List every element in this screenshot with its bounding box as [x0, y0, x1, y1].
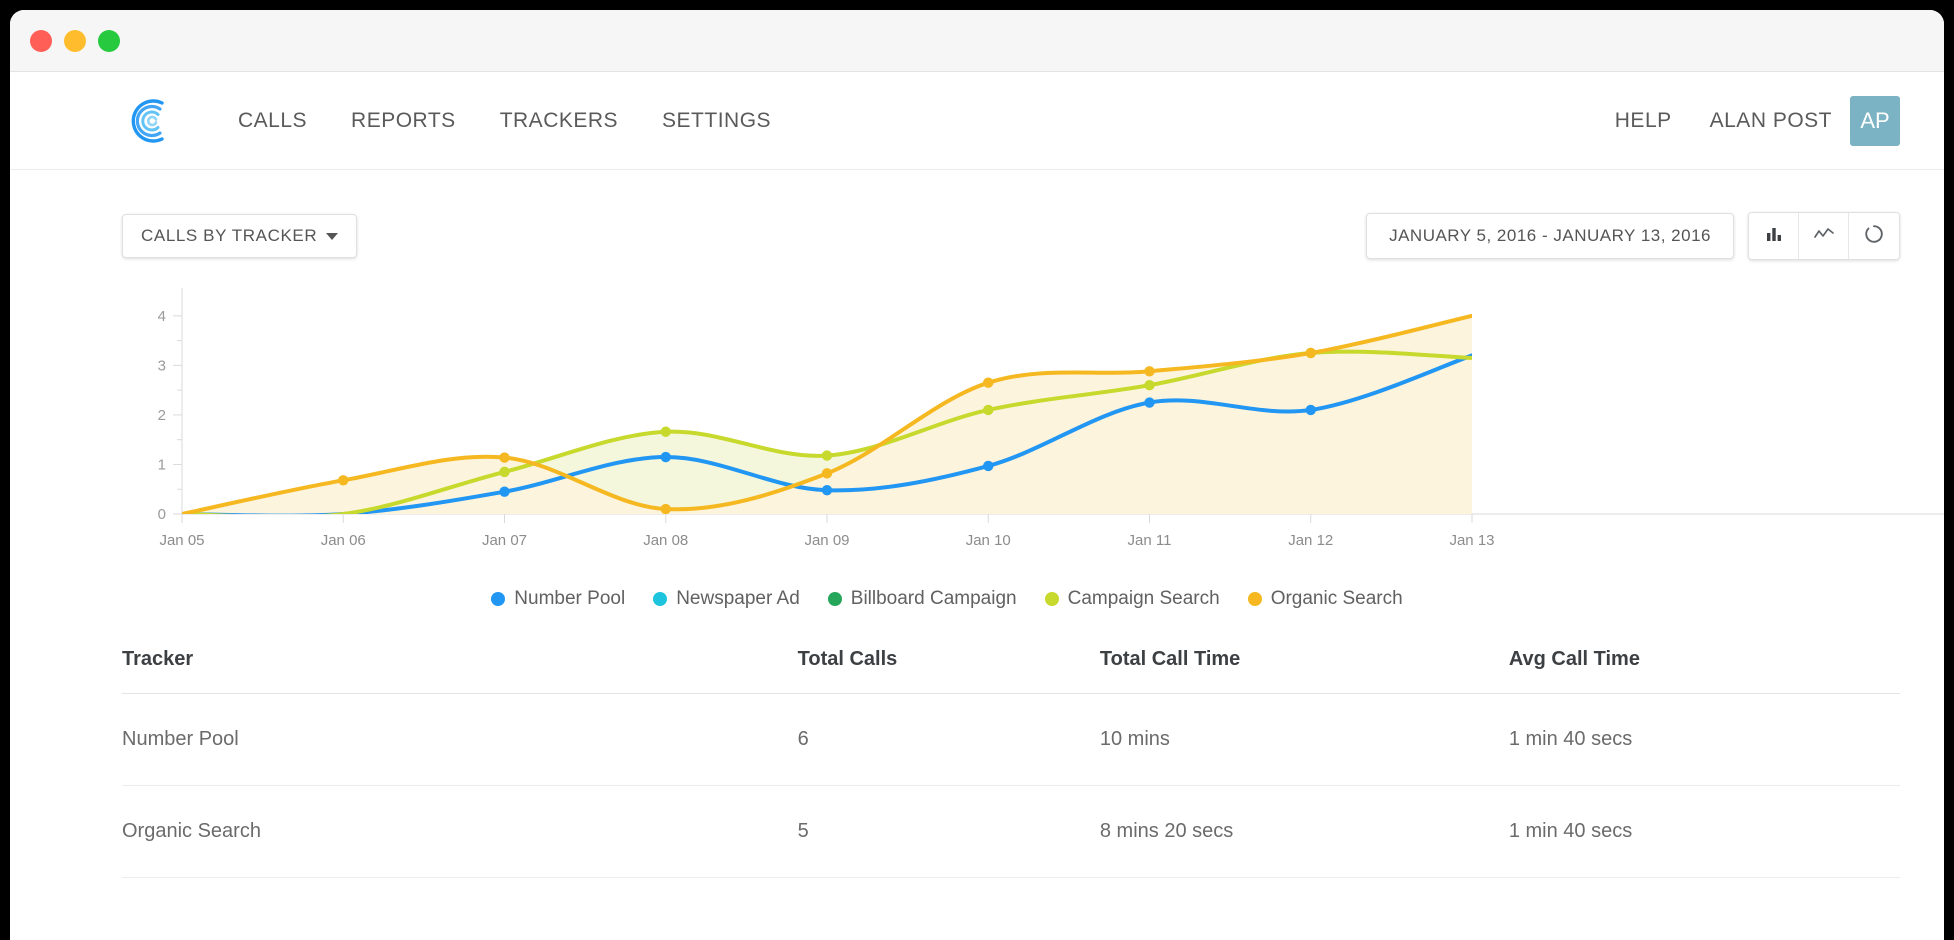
calls-area-chart[interactable]: 0 1 2 3 4 Jan 05 Jan 06 Jan 07 Jan 08 Jan 09 Jan 1…: [10, 282, 1944, 582]
legend-color-swatch: [491, 592, 506, 606]
nav-link-help[interactable]: HELP: [1615, 109, 1672, 133]
column-header-avg-call-time[interactable]: Avg Call Time: [1508, 648, 1900, 694]
line-chart-view-button[interactable]: [1799, 213, 1849, 259]
cell-total-calls: 6: [797, 693, 1100, 786]
cell-tracker: Number Pool: [122, 693, 798, 786]
column-header-tracker[interactable]: Tracker: [122, 648, 798, 694]
tracker-summary-table: Tracker Total Calls Total Call Time Avg …: [122, 648, 1900, 878]
user-menu[interactable]: ALAN POST AP: [1709, 95, 1900, 146]
line-chart-icon: [1813, 224, 1835, 249]
cell-avg-call-time: 1 min 40 secs: [1508, 693, 1900, 786]
legend-item[interactable]: Campaign Search: [1044, 588, 1220, 610]
report-toolbar: CALLS BY TRACKER JANUARY 5, 2016 - JANUA…: [10, 170, 1944, 260]
primary-nav-links: CALLS REPORTS TRACKERS SETTINGS: [238, 109, 771, 133]
cell-total-call-time: 10 mins: [1099, 693, 1509, 786]
table-row[interactable]: Number Pool 6 10 mins 1 min 40 secs: [122, 693, 1900, 786]
bar-chart-icon: [1764, 224, 1784, 249]
legend-label: Newspaper Ad: [676, 588, 800, 609]
avatar[interactable]: AP: [1850, 95, 1900, 146]
column-header-total-calls[interactable]: Total Calls: [797, 648, 1100, 694]
svg-text:Jan 10: Jan 10: [966, 532, 1011, 549]
legend-label: Number Pool: [514, 588, 626, 609]
toolbar-right-group: JANUARY 5, 2016 - JANUARY 13, 2016: [1366, 212, 1900, 260]
legend-color-swatch: [827, 592, 842, 606]
user-name-label: ALAN POST: [1709, 108, 1832, 132]
close-window-button[interactable]: [30, 29, 52, 52]
nav-link-reports[interactable]: REPORTS: [351, 109, 456, 133]
maximize-window-button[interactable]: [98, 29, 120, 52]
donut-chart-icon: [1864, 224, 1884, 249]
svg-text:Jan 06: Jan 06: [321, 532, 366, 549]
nav-link-trackers[interactable]: TRACKERS: [500, 109, 618, 133]
svg-text:0: 0: [158, 506, 166, 523]
chevron-down-icon: [326, 232, 339, 240]
legend-label: Campaign Search: [1067, 588, 1220, 609]
date-range-picker[interactable]: JANUARY 5, 2016 - JANUARY 13, 2016: [1366, 213, 1734, 259]
svg-text:Jan 13: Jan 13: [1449, 532, 1494, 549]
chart-view-switcher: [1748, 212, 1900, 260]
main-content: CALLS BY TRACKER JANUARY 5, 2016 - JANUA…: [10, 170, 1944, 878]
nav-right-group: HELP ALAN POST AP: [1615, 95, 1900, 146]
legend-label: Billboard Campaign: [850, 588, 1017, 609]
report-type-label: CALLS BY TRACKER: [141, 226, 318, 245]
window-titlebar: [10, 10, 1944, 72]
legend-item[interactable]: Newspaper Ad: [653, 588, 800, 610]
svg-text:4: 4: [158, 308, 166, 325]
svg-text:2: 2: [158, 407, 166, 424]
legend-color-swatch: [1044, 592, 1059, 606]
svg-text:Jan 09: Jan 09: [804, 532, 849, 549]
legend-color-swatch: [653, 592, 668, 606]
chart-legend: Number Pool Newspaper Ad Billboard Campaig…: [10, 588, 1944, 610]
nav-link-calls[interactable]: CALLS: [238, 109, 307, 133]
cell-avg-call-time: 1 min 40 secs: [1508, 785, 1900, 878]
legend-color-swatch: [1247, 592, 1262, 606]
legend-label: Organic Search: [1270, 588, 1403, 609]
cell-total-call-time: 8 mins 20 secs: [1099, 785, 1509, 878]
cell-total-calls: 5: [797, 785, 1100, 878]
callrail-logo-icon[interactable]: [122, 95, 174, 147]
chart-canvas: 0 1 2 3 4 Jan 05 Jan 06 Jan 07 Jan 08 Jan 09 Jan 1…: [158, 288, 1944, 549]
donut-chart-view-button[interactable]: [1849, 213, 1899, 259]
report-type-dropdown[interactable]: CALLS BY TRACKER: [122, 214, 358, 258]
svg-text:1: 1: [158, 456, 166, 473]
legend-item[interactable]: Billboard Campaign: [827, 588, 1017, 610]
svg-text:Jan 07: Jan 07: [482, 532, 527, 549]
top-navigation-bar: CALLS REPORTS TRACKERS SETTINGS HELP ALA…: [10, 72, 1944, 170]
table-header-row: Tracker Total Calls Total Call Time Avg …: [122, 648, 1900, 694]
svg-text:3: 3: [158, 357, 166, 374]
svg-text:Jan 08: Jan 08: [643, 532, 688, 549]
table-row[interactable]: Organic Search 5 8 mins 20 secs 1 min 40…: [122, 785, 1900, 878]
svg-text:Jan 05: Jan 05: [159, 532, 204, 549]
svg-text:Jan 11: Jan 11: [1128, 532, 1172, 549]
cell-tracker: Organic Search: [122, 785, 798, 878]
column-header-total-call-time[interactable]: Total Call Time: [1099, 648, 1509, 694]
app-window: CALLS REPORTS TRACKERS SETTINGS HELP ALA…: [10, 10, 1944, 940]
nav-link-settings[interactable]: SETTINGS: [662, 109, 771, 133]
svg-text:Jan 12: Jan 12: [1288, 532, 1333, 549]
minimize-window-button[interactable]: [64, 29, 86, 52]
bar-chart-view-button[interactable]: [1749, 213, 1799, 259]
legend-item[interactable]: Number Pool: [491, 588, 625, 610]
legend-item[interactable]: Organic Search: [1247, 588, 1403, 610]
